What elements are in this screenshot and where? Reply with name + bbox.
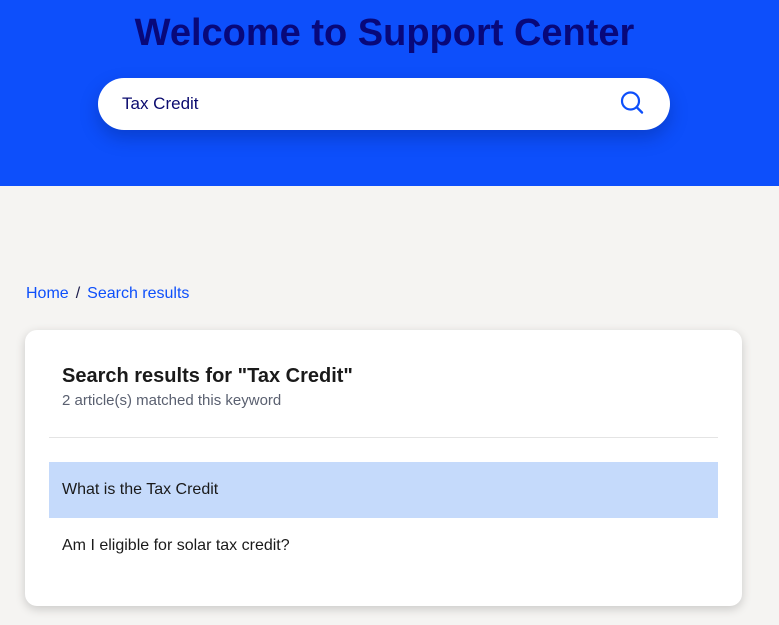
result-item[interactable]: What is the Tax Credit: [49, 462, 718, 518]
results-count: 2 article(s) matched this keyword: [62, 392, 282, 409]
page-title: Welcome to Support Center: [134, 12, 635, 54]
search-input[interactable]: [122, 78, 602, 130]
search-button[interactable]: [616, 88, 650, 120]
search-bar: [98, 78, 670, 130]
breadcrumb-separator: /: [75, 285, 81, 302]
breadcrumb-home-link[interactable]: Home: [26, 285, 69, 302]
results-heading: Search results for "Tax Credit": [62, 365, 353, 387]
result-item-title: What is the Tax Credit: [62, 481, 219, 498]
search-icon: [620, 91, 644, 114]
result-item[interactable]: Am I eligible for solar tax credit?: [49, 518, 718, 574]
result-item-title: Am I eligible for solar tax credit?: [62, 537, 290, 554]
breadcrumb-current-link[interactable]: Search results: [87, 285, 189, 302]
search-results-card: Search results for "Tax Credit" 2 articl…: [25, 330, 742, 606]
divider: [49, 437, 718, 438]
breadcrumb: Home / Search results: [26, 284, 189, 304]
hero-banner: Welcome to Support Center: [0, 0, 779, 186]
